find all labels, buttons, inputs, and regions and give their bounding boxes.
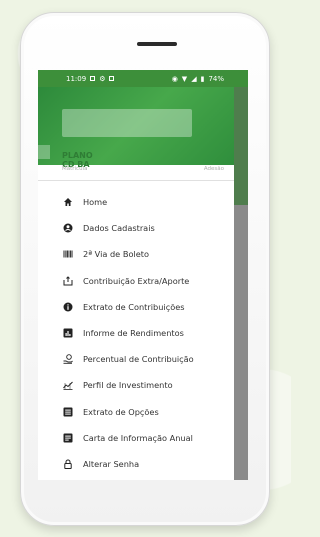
menu-item-home[interactable]: Home <box>38 189 234 215</box>
menu-item-alterar-senha[interactable]: Alterar Senha <box>38 451 234 477</box>
menu-item-boleto[interactable]: 2ª Via de Boleto <box>38 241 234 267</box>
menu-item-label: 2ª Via de Boleto <box>83 249 149 260</box>
info-icon <box>63 302 73 312</box>
drawer-menu: Home Dados Cadastrais 2ª Via de Boleto C… <box>38 189 234 477</box>
eye-icon: ◉ <box>171 74 178 83</box>
scrim-overlay-header <box>234 87 248 205</box>
document-icon <box>63 433 73 443</box>
signal-icon: ◢ <box>191 74 197 83</box>
menu-item-contribuicao-extra[interactable]: Contribuição Extra/Aporte <box>38 268 234 294</box>
drawer-divider <box>38 180 234 181</box>
menu-item-label: Home <box>83 197 108 208</box>
menu-item-carta-informacao[interactable]: Carta de Informação Anual <box>38 425 234 451</box>
matricula-label: Matrícula <box>62 166 88 172</box>
upload-money-icon <box>63 275 73 286</box>
battery-icon: ▮ <box>200 74 205 83</box>
adesao-label: Adesão <box>203 166 224 172</box>
menu-item-label: Extrato de Contribuições <box>83 301 185 312</box>
header-blurred-content <box>62 109 192 137</box>
menu-item-label: Alterar Senha <box>83 458 140 469</box>
menu-item-extrato-opcoes[interactable]: Extrato de Opções <box>38 399 234 425</box>
status-time: 11:09 <box>66 74 87 83</box>
menu-item-informe-rendimentos[interactable]: Informe de Rendimentos <box>38 320 234 346</box>
settings-status-icon: ⚙ <box>99 74 106 83</box>
plan-details-row: Matrícula Adesão <box>62 166 224 172</box>
account-circle-icon <box>63 223 73 233</box>
notification-icon <box>90 76 96 81</box>
status-bar: 11:09 ⚙ ◉ ▼ ◢ ▮ 74% <box>38 70 248 87</box>
screenshot-icon <box>109 76 115 81</box>
menu-item-perfil-investimento[interactable]: Perfil de Investimento <box>38 372 234 398</box>
menu-item-label: Carta de Informação Anual <box>83 432 193 443</box>
battery-level: 74% <box>208 74 224 83</box>
wifi-icon: ▼ <box>181 74 188 83</box>
list-box-icon <box>63 407 73 417</box>
menu-item-label: Percentual de Contribuição <box>83 354 194 365</box>
menu-item-dados-cadastrais[interactable]: Dados Cadastrais <box>38 215 234 241</box>
header-avatar-blur <box>38 145 50 159</box>
menu-item-percentual-contribuicao[interactable]: Percentual de Contribuição <box>38 346 234 372</box>
trend-icon <box>63 380 73 391</box>
menu-item-label: Perfil de Investimento <box>83 380 173 391</box>
menu-item-extrato-contribuicoes[interactable]: Extrato de Contribuições <box>38 294 234 320</box>
menu-item-label: Dados Cadastrais <box>83 223 155 234</box>
barcode-icon <box>63 249 73 259</box>
lock-icon <box>63 459 73 469</box>
menu-item-label: Informe de Rendimentos <box>83 328 184 339</box>
menu-item-label: Contribuição Extra/Aporte <box>83 275 190 286</box>
menu-item-label: Extrato de Opções <box>83 406 159 417</box>
chart-box-icon <box>63 328 73 338</box>
phone-speaker <box>137 42 177 46</box>
home-icon <box>63 197 73 207</box>
hand-coin-icon <box>63 354 73 364</box>
